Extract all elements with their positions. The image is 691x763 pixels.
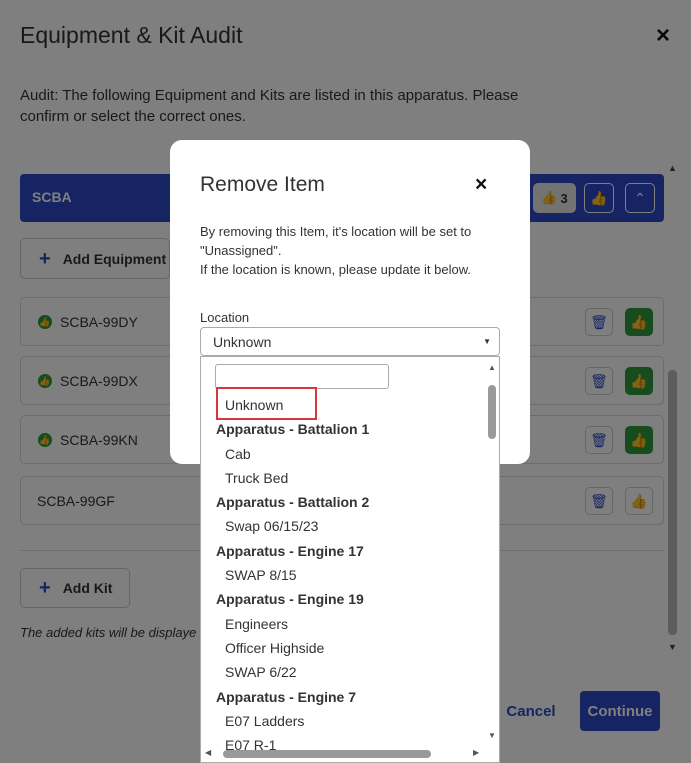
- dropdown-option[interactable]: Swap 06/15/23: [201, 514, 486, 538]
- modal-message-line: If the location is known, please update …: [200, 262, 472, 277]
- dropdown-search-input[interactable]: [215, 364, 389, 389]
- dropdown-option[interactable]: Cab: [201, 442, 486, 466]
- caret-down-icon: ▼: [483, 337, 491, 346]
- scroll-up-arrow-icon[interactable]: ▲: [488, 363, 496, 372]
- dropdown-group-label: Apparatus - Engine 7: [216, 688, 357, 705]
- dropdown-option[interactable]: Truck Bed: [201, 466, 486, 490]
- modal-title: Remove Item: [200, 173, 325, 196]
- dropdown-options-list: Unknown Apparatus - Battalion 1 Cab Truck B…: [201, 393, 486, 757]
- dropdown-option[interactable]: Officer Highside: [201, 636, 486, 660]
- location-dropdown: Unknown Apparatus - Battalion 1 Cab Truck B…: [200, 356, 500, 763]
- scroll-left-arrow-icon[interactable]: ◀: [205, 748, 211, 757]
- close-icon[interactable]: ×: [475, 173, 487, 197]
- location-select-value: Unknown: [213, 334, 272, 350]
- dropdown-option[interactable]: E07 Ladders: [201, 709, 486, 733]
- dropdown-option[interactable]: SWAP 6/22: [201, 660, 486, 684]
- modal-message-line: By removing this Item, it's location wil…: [200, 224, 472, 258]
- scrollbar-thumb[interactable]: [223, 750, 431, 758]
- dropdown-group-label: Apparatus - Engine 19: [216, 591, 364, 608]
- dropdown-vertical-scrollbar[interactable]: ▲ ▼: [487, 363, 498, 743]
- dropdown-group-label: Apparatus - Battalion 2: [216, 494, 370, 511]
- scroll-right-arrow-icon[interactable]: ▶: [473, 748, 479, 757]
- scroll-down-arrow-icon[interactable]: ▼: [488, 731, 496, 740]
- highlight-box: [216, 387, 317, 420]
- dropdown-horizontal-scrollbar[interactable]: ◀ ▶: [205, 748, 485, 760]
- scrollbar-thumb[interactable]: [488, 385, 496, 439]
- location-label: Location: [200, 310, 250, 325]
- dropdown-group-label: Apparatus - Battalion 1: [216, 421, 370, 438]
- dropdown-option[interactable]: SWAP 8/15: [201, 563, 486, 587]
- modal-message: By removing this Item, it's location wil…: [200, 222, 505, 279]
- dropdown-option[interactable]: Engineers: [201, 612, 486, 636]
- dropdown-group-label: Apparatus - Engine 17: [216, 542, 364, 559]
- location-select[interactable]: Unknown ▼: [200, 327, 500, 356]
